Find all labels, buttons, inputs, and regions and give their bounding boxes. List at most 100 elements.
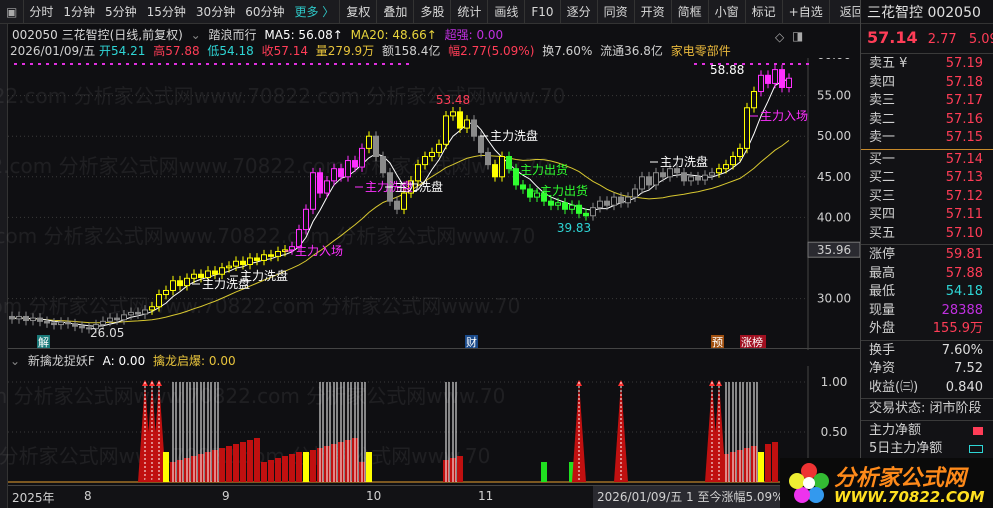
toolbar-button[interactable]: 叠加 bbox=[377, 0, 415, 24]
bids-label: 买一 bbox=[869, 151, 896, 167]
period-tab[interactable]: 分时 bbox=[24, 0, 58, 24]
candle-body bbox=[268, 254, 274, 257]
ohlc-line: 2026/01/09/五 开54.21 高57.88 低54.18 收57.14… bbox=[10, 42, 735, 59]
toolbar-button[interactable]: 标记 bbox=[746, 0, 783, 24]
left-side-strip[interactable] bbox=[0, 24, 8, 508]
candle-body bbox=[9, 315, 15, 320]
indicator-chart[interactable]: 1.00 0.50 bbox=[8, 366, 860, 486]
signal-dot bbox=[334, 63, 337, 65]
sector[interactable]: 家电零部件 bbox=[671, 44, 731, 58]
candle-body bbox=[233, 260, 239, 267]
time-axis: 2025年 8 9 10 11 2026/01/09/五 1 至今涨幅5.09% bbox=[8, 485, 860, 508]
stats2-row[interactable]: 收益(㈢) 0.840 bbox=[861, 379, 993, 398]
candle-body bbox=[352, 160, 358, 168]
toolbar-button[interactable]: 开资 bbox=[635, 0, 672, 24]
ma20-value: MA20: 48.66↑ bbox=[350, 28, 437, 42]
period-tab[interactable]: 1分钟 bbox=[58, 0, 100, 24]
toolbar-button[interactable]: 多股 bbox=[414, 0, 452, 24]
candle-body bbox=[51, 322, 57, 326]
candle-body bbox=[401, 192, 407, 210]
toolbar-button[interactable]: +自选 bbox=[783, 0, 830, 24]
indicator-dropdown-icon[interactable]: ⌄ bbox=[191, 28, 201, 42]
bids-row[interactable]: 买二 57.13 bbox=[861, 169, 993, 188]
asks-value: 57.15 bbox=[945, 130, 983, 145]
asks-row[interactable]: 卖五 ¥ 57.19 bbox=[861, 55, 993, 74]
event-tag: 解 bbox=[38, 335, 49, 349]
toolbar-button[interactable]: F10 bbox=[525, 0, 561, 24]
asks-row[interactable]: 卖三 57.17 bbox=[861, 92, 993, 111]
indicator-bar-red bbox=[765, 444, 771, 482]
toolbar-button[interactable]: 同资 bbox=[598, 0, 635, 24]
annotation-wash: 主力洗盘 bbox=[490, 128, 538, 143]
price-chart[interactable]: 60.00 55.00 50.00 45.00 40.00 35.96 30.00 53.48… bbox=[8, 58, 860, 350]
signal-dot bbox=[150, 63, 153, 65]
ask-list: 卖五 ¥ 57.19 卖四 57.18 卖三 57.17 卖二 57.16 卖一 57.15 bbox=[861, 55, 993, 148]
stats-row[interactable]: 现量 28388 bbox=[861, 302, 993, 321]
signal-dot bbox=[366, 63, 369, 65]
candle-body bbox=[618, 196, 624, 204]
indicator-bar-yellow bbox=[163, 452, 169, 482]
candle-body bbox=[709, 172, 715, 176]
net5-row[interactable]: 5日主力净额 bbox=[861, 440, 993, 459]
candle-body bbox=[436, 143, 442, 153]
period-tab[interactable]: 30分钟 bbox=[191, 0, 240, 24]
period-tab[interactable]: 5分钟 bbox=[100, 0, 142, 24]
candle-body bbox=[457, 111, 463, 129]
stats-row[interactable]: 涨停 59.81 bbox=[861, 246, 993, 265]
recent-high-label: 58.88 bbox=[710, 63, 744, 77]
toolbar-button[interactable]: 逐分 bbox=[561, 0, 598, 24]
settings-diamond-icon[interactable]: ◇ bbox=[775, 30, 784, 44]
bids-label: 买三 bbox=[869, 188, 896, 204]
ma5-value: MA5: 56.08↑ bbox=[264, 28, 343, 42]
panel-toggle-button[interactable]: ▣ bbox=[0, 0, 25, 24]
stock-title: 002050 三花智控(日线,前复权) bbox=[12, 28, 183, 42]
main-net-row[interactable]: 主力净额 bbox=[861, 422, 993, 441]
candle-body bbox=[177, 280, 183, 287]
signal-dot bbox=[94, 63, 97, 65]
toolbar-button[interactable]: 小窗 bbox=[709, 0, 746, 24]
price-axis-label: 50.00 bbox=[817, 129, 851, 143]
asks-row[interactable]: 卖四 57.18 bbox=[861, 74, 993, 93]
stats-row[interactable]: 外盘 155.9万 bbox=[861, 320, 993, 339]
period-tab[interactable]: 15分钟 bbox=[142, 0, 191, 24]
candle-body bbox=[786, 77, 792, 88]
toolbar-button[interactable]: 复权 bbox=[340, 0, 378, 24]
bids-row[interactable]: 买五 57.10 bbox=[861, 225, 993, 244]
candle-body bbox=[310, 172, 316, 210]
more-periods-button[interactable]: 更多 〉 bbox=[289, 0, 341, 24]
signal-dot bbox=[30, 63, 33, 65]
high: 高57.88 bbox=[153, 44, 200, 58]
panel-icon[interactable]: ◨ bbox=[792, 29, 803, 43]
time-label: 11 bbox=[478, 489, 494, 503]
candle-body bbox=[275, 251, 281, 257]
period-tab[interactable]: 60分钟 bbox=[240, 0, 289, 24]
asks-row[interactable]: 卖一 57.15 bbox=[861, 129, 993, 148]
stats2-row[interactable]: 净资 7.52 bbox=[861, 360, 993, 379]
indicator-name[interactable]: 踏浪而行 bbox=[209, 28, 257, 42]
amount: 额158.4亿 bbox=[381, 44, 441, 58]
candle-body bbox=[506, 156, 512, 170]
toolbar-button[interactable]: 简框 bbox=[672, 0, 709, 24]
low-price-label: 39.83 bbox=[557, 221, 591, 235]
bids-value: 57.14 bbox=[945, 151, 983, 167]
bids-row[interactable]: 买四 57.11 bbox=[861, 206, 993, 225]
stats2-row[interactable]: 换手 7.60% bbox=[861, 342, 993, 361]
bids-row[interactable]: 买一 57.14 bbox=[861, 151, 993, 170]
signal-dot bbox=[774, 63, 777, 65]
signal-dot bbox=[790, 63, 793, 65]
signal-dot bbox=[294, 63, 297, 65]
stats-row[interactable]: 最高 57.88 bbox=[861, 265, 993, 284]
low: 低54.18 bbox=[207, 44, 254, 58]
asks-row[interactable]: 卖二 57.16 bbox=[861, 111, 993, 130]
toolbar-button[interactable]: 画线 bbox=[488, 0, 526, 24]
volume: 量279.9万 bbox=[315, 44, 375, 58]
candle-body bbox=[597, 200, 603, 209]
candle-body bbox=[464, 119, 470, 129]
time-label: 2025年 bbox=[12, 491, 55, 505]
last-price: 57.14 bbox=[867, 28, 918, 47]
signal-dot bbox=[806, 63, 809, 65]
candle-body bbox=[44, 320, 50, 324]
toolbar-button[interactable]: 统计 bbox=[451, 0, 489, 24]
stats-row[interactable]: 最低 54.18 bbox=[861, 283, 993, 302]
bids-row[interactable]: 买三 57.12 bbox=[861, 188, 993, 207]
